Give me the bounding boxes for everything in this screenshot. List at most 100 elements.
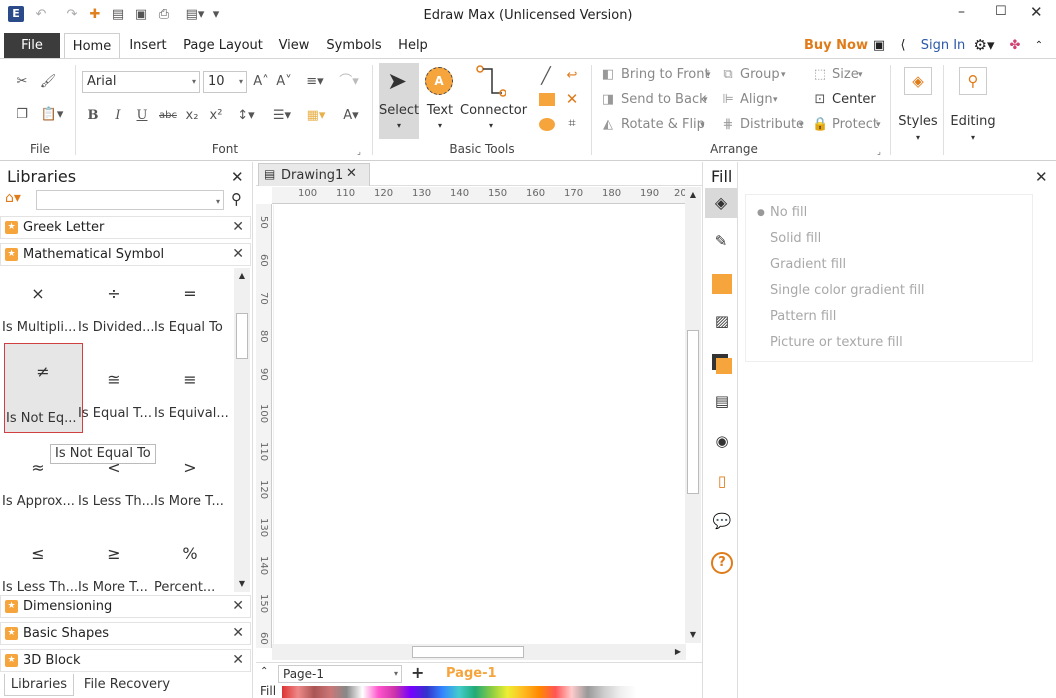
- paste-icon[interactable]: 📋▾: [38, 106, 66, 124]
- symbol-item[interactable]: > Is More T...: [152, 448, 228, 534]
- select-tool[interactable]: ➤ Select ▾: [379, 63, 419, 139]
- close-libraries-icon[interactable]: ✕: [231, 168, 244, 186]
- close-icon[interactable]: ✕: [232, 596, 244, 617]
- line-spacing-icon[interactable]: ↕▾: [232, 107, 260, 125]
- drawing-canvas[interactable]: [273, 205, 684, 648]
- format-painter-icon[interactable]: 🖌: [38, 73, 58, 91]
- symbol-item[interactable]: ÷ Is Divided...: [76, 274, 154, 360]
- symbol-item[interactable]: ≡ Is Equival...: [152, 360, 229, 446]
- add-page-icon[interactable]: +: [411, 663, 424, 682]
- close-icon[interactable]: ✕: [232, 623, 244, 644]
- shadow-icon[interactable]: [712, 274, 732, 294]
- minimize-icon[interactable]: –: [958, 4, 965, 20]
- text-highlight-icon[interactable]: ▦▾: [303, 107, 329, 125]
- color-palette[interactable]: [282, 686, 636, 698]
- fill-option-no-fill[interactable]: No fill: [770, 205, 807, 220]
- close-icon[interactable]: ✕: [232, 650, 244, 671]
- fill-option-gradient[interactable]: Gradient fill: [770, 257, 846, 272]
- bring-to-front-button[interactable]: Bring to Front: [621, 66, 710, 84]
- scroll-thumb[interactable]: [687, 330, 699, 494]
- scroll-up-icon[interactable]: ▲: [234, 268, 250, 284]
- arc-icon[interactable]: ↩: [562, 67, 582, 85]
- home-icon[interactable]: ⌂▾: [5, 190, 21, 206]
- align-text-icon[interactable]: ≡▾: [302, 73, 328, 91]
- font-size-select[interactable]: 10 ▾: [203, 71, 247, 93]
- library-3d-block[interactable]: ★ 3D Block ✕: [0, 649, 251, 672]
- close-fill-panel-icon[interactable]: ✕: [1035, 168, 1048, 186]
- center-button[interactable]: Center: [832, 91, 876, 109]
- image-icon[interactable]: ▨: [710, 312, 734, 334]
- maximize-icon[interactable]: ☐: [995, 4, 1007, 19]
- page-icon[interactable]: ▤: [710, 392, 734, 414]
- tab-symbols[interactable]: Symbols: [322, 33, 386, 58]
- close-icon[interactable]: ✕: [1030, 3, 1043, 21]
- layers-icon[interactable]: [710, 352, 734, 374]
- align-button[interactable]: Align: [740, 91, 773, 109]
- document-tab[interactable]: ▤ Drawing1 ✕: [258, 163, 370, 186]
- fill-option-picture-texture[interactable]: Picture or texture fill: [770, 335, 903, 350]
- grow-font-icon[interactable]: A˄: [252, 73, 270, 91]
- account-icon[interactable]: ▣: [870, 33, 888, 58]
- collapse-ribbon-icon[interactable]: ⌃: [1030, 33, 1048, 58]
- theme-icon[interactable]: ✤: [1006, 33, 1024, 58]
- page-selector[interactable]: Page-1 ▾: [278, 665, 402, 683]
- tab-insert[interactable]: Insert: [124, 33, 172, 58]
- size-button[interactable]: Size: [832, 66, 859, 84]
- radio-selected-icon[interactable]: ●: [757, 208, 765, 218]
- scroll-up-icon[interactable]: ▲: [685, 187, 701, 203]
- library-search-input[interactable]: ▾: [36, 190, 224, 210]
- library-greek-letter[interactable]: ★ Greek Letter ✕: [0, 216, 251, 239]
- shrink-font-icon[interactable]: A˅: [275, 73, 293, 91]
- scroll-right-icon[interactable]: ▶: [670, 644, 686, 660]
- superscript-icon[interactable]: x²: [208, 107, 224, 125]
- fill-option-single-color-gradient[interactable]: Single color gradient fill: [770, 283, 925, 298]
- ellipse-icon[interactable]: [539, 118, 555, 131]
- underline-icon[interactable]: U: [134, 107, 150, 125]
- font-color-icon[interactable]: A▾: [338, 107, 364, 125]
- scroll-down-icon[interactable]: ▼: [234, 576, 250, 592]
- subscript-icon[interactable]: x₂: [184, 107, 200, 125]
- close-icon[interactable]: ✕: [232, 217, 244, 238]
- vertical-scrollbar[interactable]: ▲ ▼: [685, 187, 701, 643]
- symbol-item[interactable]: ≥ Is More T...: [76, 534, 152, 594]
- close-icon[interactable]: ✕: [232, 244, 244, 265]
- distribute-button[interactable]: Distribute: [740, 116, 804, 134]
- editing-button[interactable]: ⚲ Editing ▾: [950, 63, 996, 149]
- page-bar-collapse-icon[interactable]: ⌃: [260, 666, 268, 677]
- close-tab-icon[interactable]: ✕: [346, 166, 357, 181]
- scroll-down-icon[interactable]: ▼: [685, 627, 701, 643]
- comment-icon[interactable]: 💬: [710, 512, 734, 534]
- group-button[interactable]: Group: [740, 66, 780, 84]
- italic-icon[interactable]: I: [110, 107, 126, 125]
- protect-button[interactable]: Protect: [832, 116, 878, 134]
- copy-icon[interactable]: ❐: [12, 106, 32, 124]
- search-icon[interactable]: ⚲: [231, 190, 242, 208]
- text-tool[interactable]: A Text ▾: [422, 63, 458, 139]
- globe-icon[interactable]: ◉: [710, 432, 734, 454]
- library-dimensioning[interactable]: ★ Dimensioning ✕: [0, 595, 251, 618]
- page-tab[interactable]: Page-1: [446, 666, 497, 681]
- tab-help[interactable]: Help: [392, 33, 434, 58]
- bold-icon[interactable]: B: [85, 107, 101, 125]
- symbol-item[interactable]: ≤ Is Less Th...: [0, 534, 78, 594]
- styles-button[interactable]: ◈ Styles ▾: [896, 63, 940, 149]
- help-icon[interactable]: ?: [711, 552, 733, 574]
- tab-libraries[interactable]: Libraries: [4, 674, 74, 696]
- buy-now-link[interactable]: Buy Now: [804, 33, 868, 58]
- attachment-icon[interactable]: ▯: [710, 472, 734, 494]
- scroll-thumb[interactable]: [236, 313, 248, 359]
- rotate-flip-button[interactable]: Rotate & Flip: [621, 116, 705, 134]
- sign-in-link[interactable]: Sign In: [918, 33, 968, 58]
- fill-tab-icon[interactable]: ◈: [705, 188, 737, 218]
- connector-tool[interactable]: Connector ▾: [460, 63, 527, 139]
- library-basic-shapes[interactable]: ★ Basic Shapes ✕: [0, 622, 251, 645]
- scroll-thumb[interactable]: [412, 646, 524, 658]
- strikethrough-icon[interactable]: abc: [158, 107, 178, 125]
- library-mathematical-symbol[interactable]: ★ Mathematical Symbol ✕: [0, 243, 251, 266]
- symbol-item[interactable]: = Is Equal To: [152, 274, 228, 360]
- line-icon[interactable]: ╱: [536, 67, 556, 85]
- tab-home[interactable]: Home: [64, 33, 120, 58]
- rectangle-icon[interactable]: [539, 93, 555, 106]
- file-menu[interactable]: File: [4, 33, 60, 58]
- tab-page-layout[interactable]: Page Layout: [180, 33, 266, 58]
